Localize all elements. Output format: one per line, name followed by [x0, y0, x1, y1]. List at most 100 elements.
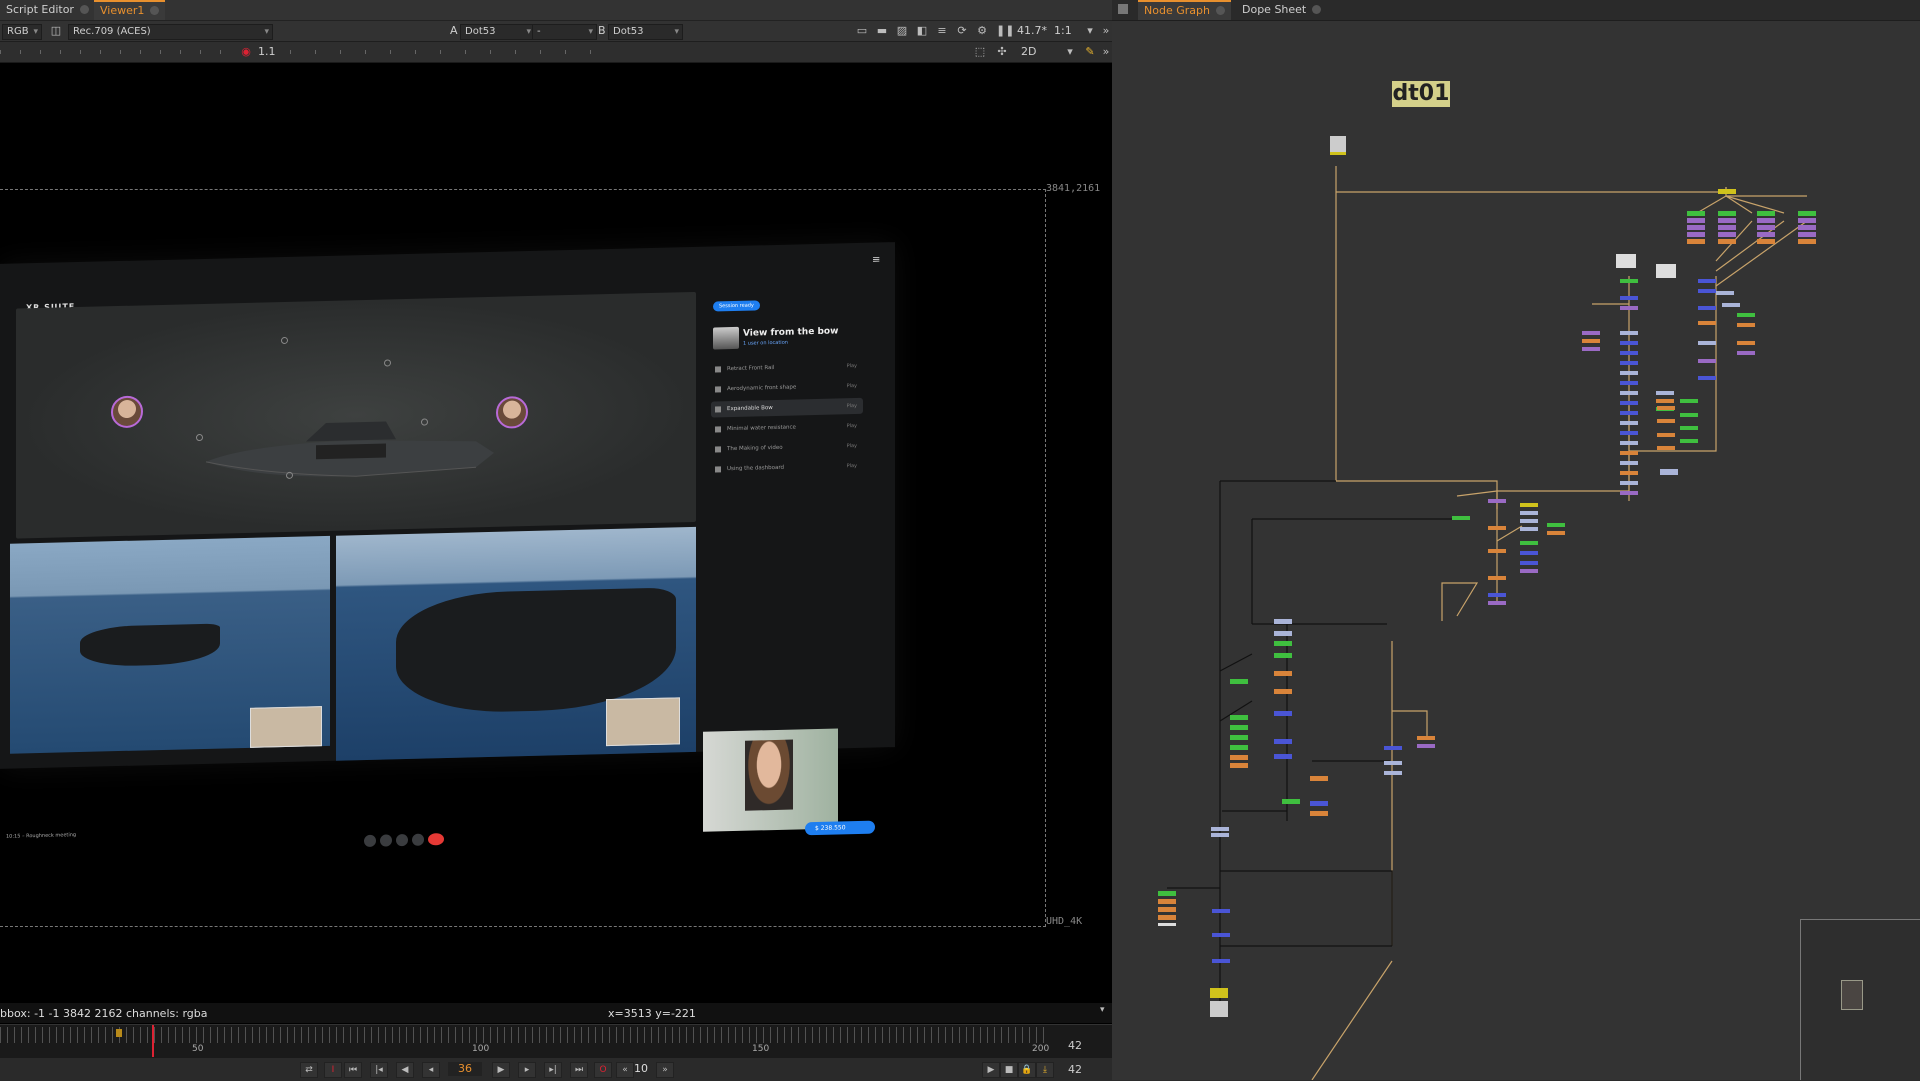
- out-frame-value[interactable]: 42: [1068, 1063, 1082, 1076]
- input-a-label: A: [450, 24, 458, 37]
- node-graph-tab-bar: Node Graph Dope Sheet: [1112, 0, 1920, 21]
- item-icon: [715, 386, 721, 393]
- video-tile: [336, 526, 696, 761]
- gain-value[interactable]: 1.1: [258, 42, 276, 62]
- input-b-label: B: [598, 24, 606, 37]
- play-backward-icon[interactable]: ◀: [396, 1062, 414, 1078]
- fstop-slider[interactable]: [0, 50, 235, 54]
- zebra-icon[interactable]: ▨: [896, 25, 908, 37]
- timeline[interactable]: 50 100 150 200 42: [0, 1024, 1112, 1057]
- list-item: Aerodynamic front shape Play: [711, 378, 863, 398]
- next-keyframe-icon[interactable]: ▸|: [544, 1062, 562, 1078]
- in-point-marker[interactable]: [116, 1029, 122, 1037]
- item-label: Minimal water resistance: [727, 424, 796, 433]
- tick-label: 150: [752, 1044, 770, 1054]
- panel-subtitle: 1 user on location: [743, 339, 788, 347]
- gamma-slider[interactable]: [290, 50, 600, 54]
- list-item: Using the dashboard Play: [711, 458, 863, 478]
- frame-ruler[interactable]: [0, 1027, 1048, 1043]
- gain-toggle-icon[interactable]: ◉: [240, 46, 252, 58]
- close-icon[interactable]: [1215, 6, 1225, 15]
- first-frame-icon[interactable]: ⏮: [344, 1062, 362, 1078]
- last-frame-icon[interactable]: ⏭: [570, 1062, 588, 1078]
- out-point-icon[interactable]: O: [594, 1062, 612, 1078]
- node-graph-minimap[interactable]: [1800, 919, 1920, 1080]
- region-select-icon[interactable]: ⬚: [974, 46, 986, 58]
- input-b-dropdown[interactable]: Dot53: [608, 24, 683, 40]
- wipe-icon[interactable]: ▬: [876, 25, 888, 37]
- tab-label: Script Editor: [6, 3, 74, 16]
- tab-label: Dope Sheet: [1242, 3, 1307, 16]
- roi-icon[interactable]: ▭: [856, 25, 868, 37]
- tab-script-editor[interactable]: Script Editor: [0, 0, 95, 20]
- guides-icon[interactable]: ≡: [936, 25, 948, 37]
- view-mode[interactable]: 2D: [1021, 42, 1036, 62]
- participant-video: [250, 706, 322, 748]
- input-a-dropdown[interactable]: Dot53: [460, 24, 535, 40]
- flipbook-icon[interactable]: ▶: [982, 1062, 1000, 1078]
- expand-icon[interactable]: »: [1100, 46, 1112, 58]
- skip-back-icon[interactable]: «: [616, 1062, 634, 1078]
- current-frame-field[interactable]: 36: [448, 1062, 482, 1076]
- loop-mode-icon[interactable]: ⇄: [300, 1062, 318, 1078]
- play-label: Play: [846, 382, 857, 390]
- paint-icon[interactable]: ✎: [1084, 46, 1096, 58]
- step-back-icon[interactable]: ◂: [422, 1062, 440, 1078]
- frame-step-field[interactable]: 10: [634, 1062, 648, 1075]
- settings-icon[interactable]: ⚙: [976, 25, 988, 37]
- transform-icon[interactable]: ✣: [996, 46, 1008, 58]
- boat-image: [396, 587, 676, 715]
- composite-op-dropdown[interactable]: -: [532, 24, 597, 40]
- prev-keyframe-icon[interactable]: |◂: [370, 1062, 388, 1078]
- lut-icon[interactable]: ◫: [50, 25, 62, 37]
- overlay-icon[interactable]: ◧: [916, 25, 928, 37]
- export-icon[interactable]: ⤓: [1036, 1062, 1054, 1078]
- tick-label: 50: [192, 1044, 204, 1054]
- mic-icon: [380, 834, 392, 847]
- panel-title: View from the bow: [743, 326, 839, 339]
- viewer-toolbar-top: RGB ◫ Rec.709 (ACES) A Dot53 - B Dot53 ▭…: [0, 21, 1112, 42]
- viewer-canvas[interactable]: 3841,2161 UHD_4K XR SUITE ≡: [0, 63, 1112, 1003]
- refresh-icon[interactable]: ⟳: [956, 25, 968, 37]
- step-forward-icon[interactable]: ▸: [518, 1062, 536, 1078]
- close-icon[interactable]: [150, 6, 160, 15]
- pause-icon[interactable]: ❚❚: [996, 25, 1014, 37]
- tick-label: 100: [472, 1044, 490, 1054]
- tab-dope-sheet[interactable]: Dope Sheet: [1236, 0, 1327, 20]
- tab-node-graph[interactable]: Node Graph: [1138, 0, 1231, 20]
- tab-label: Node Graph: [1144, 4, 1210, 17]
- menu-icon: ≡: [872, 254, 881, 266]
- chevron-down-icon[interactable]: ▾: [1100, 1005, 1105, 1015]
- stop-icon[interactable]: ■: [1000, 1062, 1018, 1078]
- minimap-viewport[interactable]: [1841, 980, 1863, 1010]
- tab-viewer1[interactable]: Viewer1: [94, 0, 166, 20]
- item-icon: [715, 366, 721, 373]
- close-icon[interactable]: [1312, 5, 1322, 14]
- viewer-pane: Script Editor Viewer1 RGB ◫ Rec.709 (ACE…: [0, 0, 1112, 1081]
- video-tile: [10, 535, 330, 754]
- play-forward-icon[interactable]: ▶: [492, 1062, 510, 1078]
- list-item: The Making of video Play: [711, 438, 863, 458]
- item-icon: [715, 446, 721, 453]
- panel-menu-icon[interactable]: »: [1100, 25, 1112, 37]
- in-point-icon[interactable]: I: [324, 1062, 342, 1078]
- channels-dropdown[interactable]: RGB: [2, 24, 42, 40]
- chevron-down-icon[interactable]: ▾: [1084, 25, 1096, 37]
- node-graph-pane: Node Graph Dope Sheet dt01: [1112, 0, 1920, 1080]
- hotspot: [196, 433, 203, 442]
- item-label: Aerodynamic front shape: [727, 384, 797, 393]
- zoom-level[interactable]: 41.7*: [1017, 21, 1047, 41]
- chevron-down-icon[interactable]: ▾: [1064, 46, 1076, 58]
- skip-forward-icon[interactable]: »: [656, 1062, 674, 1078]
- close-icon[interactable]: [79, 5, 89, 14]
- colorspace-dropdown[interactable]: Rec.709 (ACES): [68, 24, 273, 40]
- node-wires: [1158, 136, 1816, 1080]
- panel-content-menu-icon[interactable]: [1118, 4, 1128, 14]
- lock-icon[interactable]: 🔒: [1018, 1062, 1036, 1078]
- playhead[interactable]: [152, 1025, 154, 1057]
- timeline-end-frame[interactable]: 42: [1068, 1039, 1082, 1052]
- hotspot: [281, 336, 288, 345]
- proxy-level[interactable]: 1:1: [1054, 21, 1072, 41]
- node-graph-canvas[interactable]: dt01: [1112, 21, 1920, 1080]
- item-icon: [715, 406, 721, 413]
